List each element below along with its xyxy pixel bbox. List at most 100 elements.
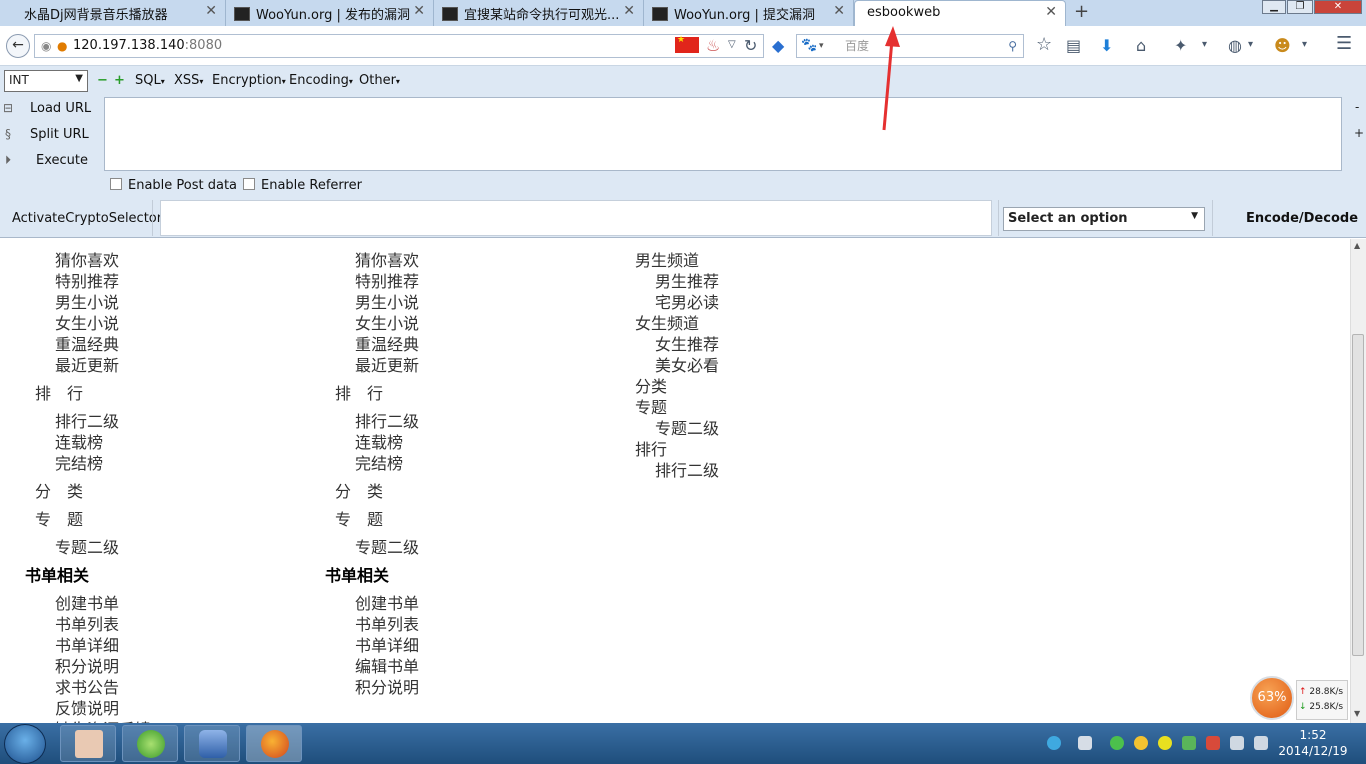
close-icon[interactable]: ✕ [623,3,635,19]
nav-link[interactable]: 排行二级 [655,457,719,481]
bookmarks-list-icon[interactable]: ▤ [1066,36,1081,55]
close-icon[interactable]: ✕ [413,3,425,19]
execute-button[interactable]: ⏵ Execute [0,153,88,168]
proxy-icon[interactable]: ◍ [1228,36,1242,55]
close-icon[interactable]: ✕ [1045,4,1057,20]
antivirus-tray-icon[interactable] [1206,736,1220,750]
scrollbar-thumb[interactable] [1352,334,1364,656]
nav-link[interactable]: 最近更新 [355,352,419,376]
nav-link[interactable]: 排 行 [335,380,383,404]
system-clock[interactable]: 1:52 2014/12/19 [1278,727,1348,759]
close-icon[interactable]: ✕ [205,3,217,19]
download-icon[interactable]: ⬇ [1100,36,1113,55]
menu-encoding[interactable]: Encoding▾ [289,73,353,88]
nav-link[interactable]: 完结榜 [355,450,403,474]
encode-decode-button[interactable]: Encode/Decode [1246,211,1358,226]
load-url-button[interactable]: ⊟ Load URL [0,101,91,116]
new-tab-icon[interactable]: + [1074,1,1089,22]
search-placeholder: 百度 [845,39,870,53]
scroll-up-icon[interactable]: ▲ [1354,241,1360,250]
start-button[interactable] [4,724,46,764]
tab-title: WooYun.org | 提交漏洞 [674,8,816,23]
upload-rate: 28.8K/s [1309,687,1344,697]
menu-icon[interactable]: ☰ [1336,33,1352,54]
tab-esbookweb[interactable]: esbookweb ✕ [854,0,1066,26]
menu-xss[interactable]: XSS▾ [174,73,203,88]
back-button[interactable]: ← [6,34,30,58]
tab-music-player[interactable]: 水晶Dj网背景音乐播放器 ✕ [0,0,226,26]
chevron-down-icon[interactable]: ▾ [819,35,824,57]
shrink-icon[interactable]: - [1355,100,1359,114]
tab-wooyun-published[interactable]: WooYun.org | 发布的漏洞 ✕ [226,0,434,26]
chevron-down-icon[interactable]: ▾ [1302,39,1307,50]
tab-wooyun-submit[interactable]: WooYun.org | 提交漏洞 ✕ [644,0,854,26]
chevron-down-icon[interactable]: ▾ [1202,39,1207,50]
increase-icon[interactable]: + [114,73,125,88]
nav-link[interactable]: 专 题 [35,506,83,530]
crypto-input[interactable] [160,200,992,236]
keyboard-tray-icon[interactable] [1078,736,1092,750]
monitor-tray-icon[interactable] [1230,736,1244,750]
taskbar-firefox[interactable] [246,725,302,762]
close-icon[interactable]: ✕ [833,3,845,19]
network-tray-icon[interactable] [1047,736,1061,750]
download-rate: 25.8K/s [1309,702,1344,712]
enable-referrer-label: Enable Referrer [261,178,362,193]
checkbox-box[interactable] [110,178,122,190]
nav-link[interactable]: 缺失资源反馈 [55,716,151,723]
volume-tray-icon[interactable] [1254,736,1268,750]
url-textarea[interactable] [104,97,1342,171]
maximize-button[interactable]: ❐ [1287,0,1313,14]
nav-link[interactable]: 专 题 [335,506,383,530]
tab-title: 水晶Dj网背景音乐播放器 [24,8,168,23]
chevron-down-icon: ▼ [75,73,83,84]
dropdown-arrow-icon[interactable]: ▽ [728,39,736,50]
search-icon[interactable]: ⚲ [1008,35,1017,57]
menu-encryption[interactable]: Encryption▾ [212,73,286,88]
load-url-label: Load URL [30,101,92,116]
search-input[interactable]: 🐾 ▾ 百度 ⚲ [796,34,1024,58]
reload-icon[interactable]: ↻ [744,36,757,55]
taskbar-media-player[interactable] [122,725,178,762]
media-tray-icon[interactable] [1110,736,1124,750]
checkbox-box[interactable] [243,178,255,190]
network-monitor-widget[interactable]: 63% ↑ 28.8K/s ↓ 25.8K/s [1248,676,1348,722]
nav-link[interactable]: 分 类 [35,478,83,502]
photo-icon [75,730,103,758]
qq-tray-icon[interactable] [1134,736,1148,750]
bookmark-star-icon[interactable]: ☆ [1036,34,1052,55]
home-icon[interactable]: ⌂ [1136,36,1146,55]
chevron-down-icon[interactable]: ▾ [1248,39,1253,50]
upload-arrow-icon: ↑ [1299,687,1307,697]
enable-referrer-checkbox[interactable]: Enable Referrer [243,178,362,193]
nav-link[interactable]: 积分说明 [355,674,419,698]
wooyun-icon [442,7,458,21]
menu-sql[interactable]: SQL▾ [135,73,165,88]
crypto-option-select[interactable]: Select an option ▼ [1003,207,1205,231]
type-select-value: INT [9,73,29,87]
nav-link[interactable]: 分 类 [335,478,383,502]
taskbar-photo-app[interactable] [60,725,116,762]
extension-icon[interactable]: ✦ [1174,36,1187,55]
nav-link[interactable]: 专题二级 [55,534,119,558]
enable-post-checkbox[interactable]: Enable Post data [110,178,237,193]
nav-link[interactable]: 排 行 [35,380,83,404]
nav-link[interactable]: 专题二级 [355,534,419,558]
minimize-button[interactable]: ▁ [1262,0,1286,14]
type-select[interactable]: INT ▼ [4,70,88,92]
scroll-down-icon[interactable]: ▼ [1354,709,1360,718]
navigation-bar: ← ◉ ● 120.197.138.140:8080 ♨ ▽ ↻ ◆ 🐾 ▾ 百… [0,26,1366,66]
greasemonkey-icon[interactable]: ☻ [1274,36,1291,55]
tab-easou-rce[interactable]: 宜搜某站命令执行可观光... ✕ [434,0,644,26]
decrease-icon[interactable]: − [97,73,108,88]
security-tray-icon[interactable] [1182,736,1196,750]
expand-icon[interactable]: + [1354,126,1364,140]
nav-link[interactable]: 完结榜 [55,450,103,474]
menu-other[interactable]: Other▾ [359,73,400,88]
url-bar[interactable]: ◉ ● 120.197.138.140:8080 [34,34,764,58]
add-tray-icon[interactable] [1158,736,1172,750]
nav-link[interactable]: 最近更新 [55,352,119,376]
window-close-button[interactable]: ✕ [1314,0,1362,14]
split-url-button[interactable]: § Split URL [0,127,89,142]
taskbar-database-app[interactable] [184,725,240,762]
